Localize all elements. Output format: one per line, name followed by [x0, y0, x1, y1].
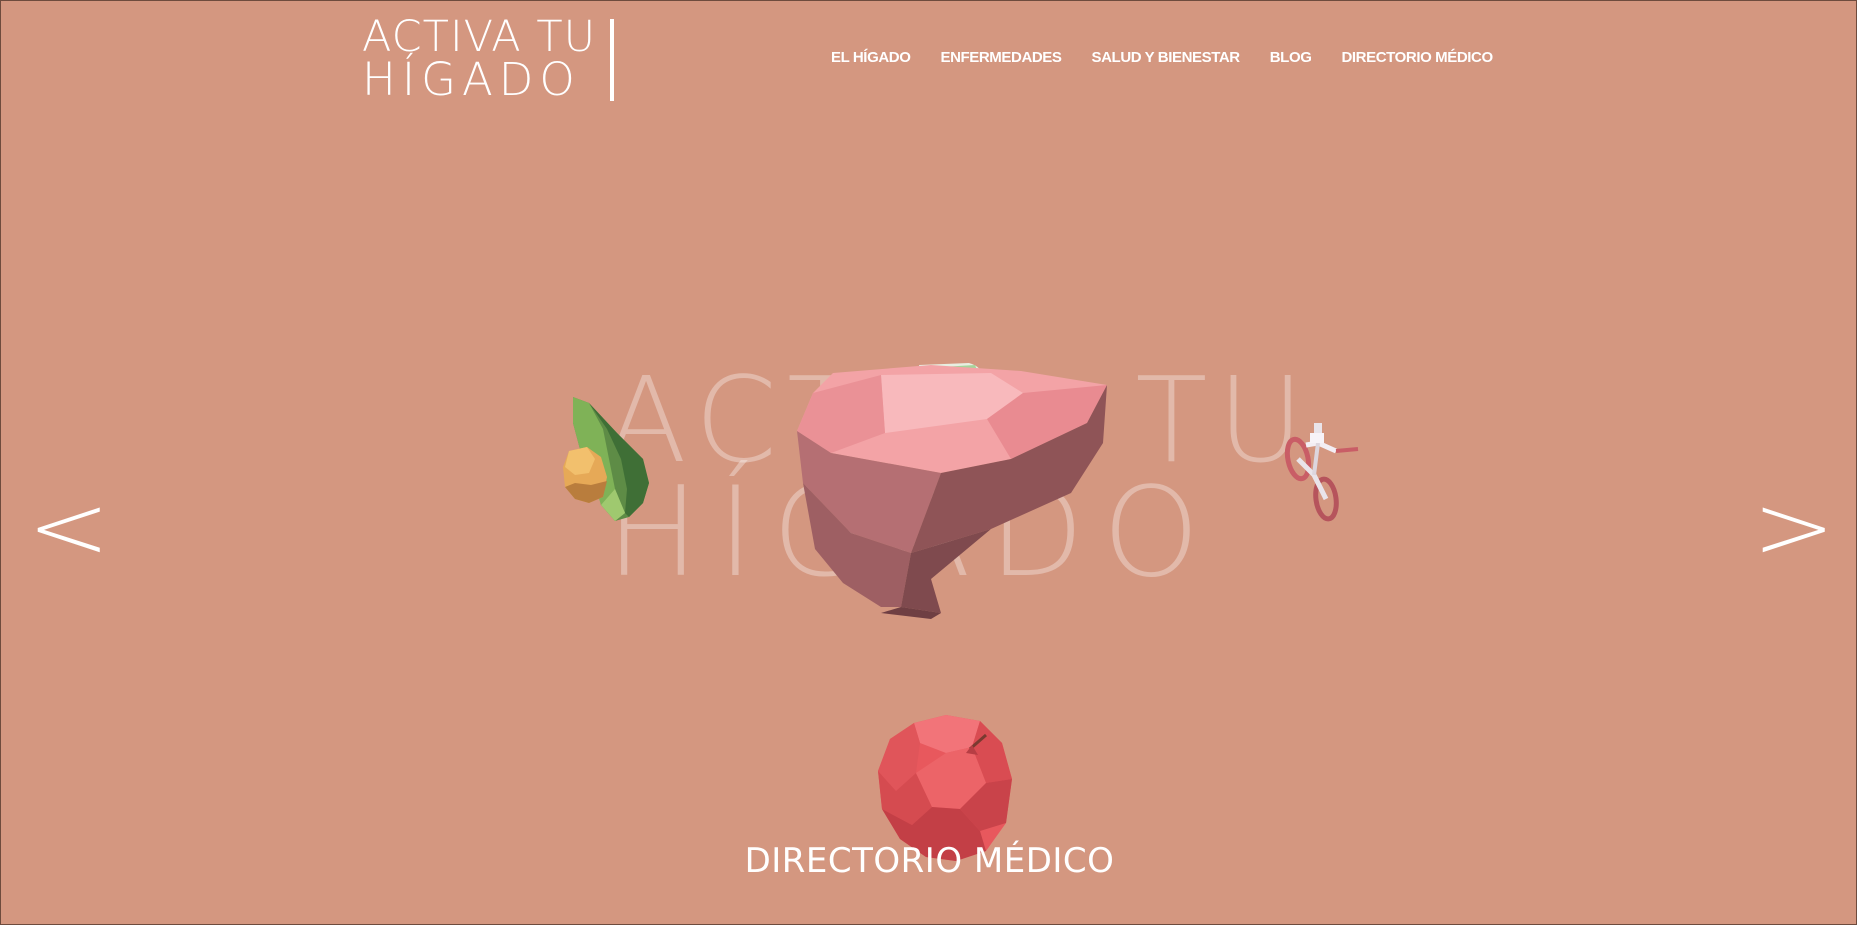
nav-item-el-higado[interactable]: EL HÍGADO [831, 49, 911, 66]
slide-caption-link[interactable]: DIRECTORIO MÉDICO [1, 841, 1856, 881]
nav-item-enfermedades[interactable]: ENFERMEDADES [940, 49, 1061, 66]
logo-text-line2: HÍGADO [362, 53, 581, 106]
logo-divider [610, 19, 614, 101]
liver-icon [797, 363, 1107, 619]
avocado-icon [563, 397, 649, 521]
site-logo[interactable]: ACTIVA TU HÍGADO [362, 15, 617, 106]
page-frame: ACTIVA TU HÍGADO EL HÍGADO ENFERMEDADES … [0, 0, 1857, 925]
bicycle-icon [1284, 423, 1359, 522]
nav-item-directorio-medico[interactable]: DIRECTORIO MÉDICO [1341, 49, 1493, 66]
carousel-next-button[interactable]: > [1752, 483, 1835, 573]
nav-item-salud-y-bienestar[interactable]: SALUD Y BIENESTAR [1092, 49, 1241, 66]
main-nav: EL HÍGADO ENFERMEDADES SALUD Y BIENESTAR… [831, 49, 1493, 66]
carousel-prev-button[interactable]: < [27, 483, 110, 573]
nav-item-blog[interactable]: BLOG [1270, 49, 1312, 66]
